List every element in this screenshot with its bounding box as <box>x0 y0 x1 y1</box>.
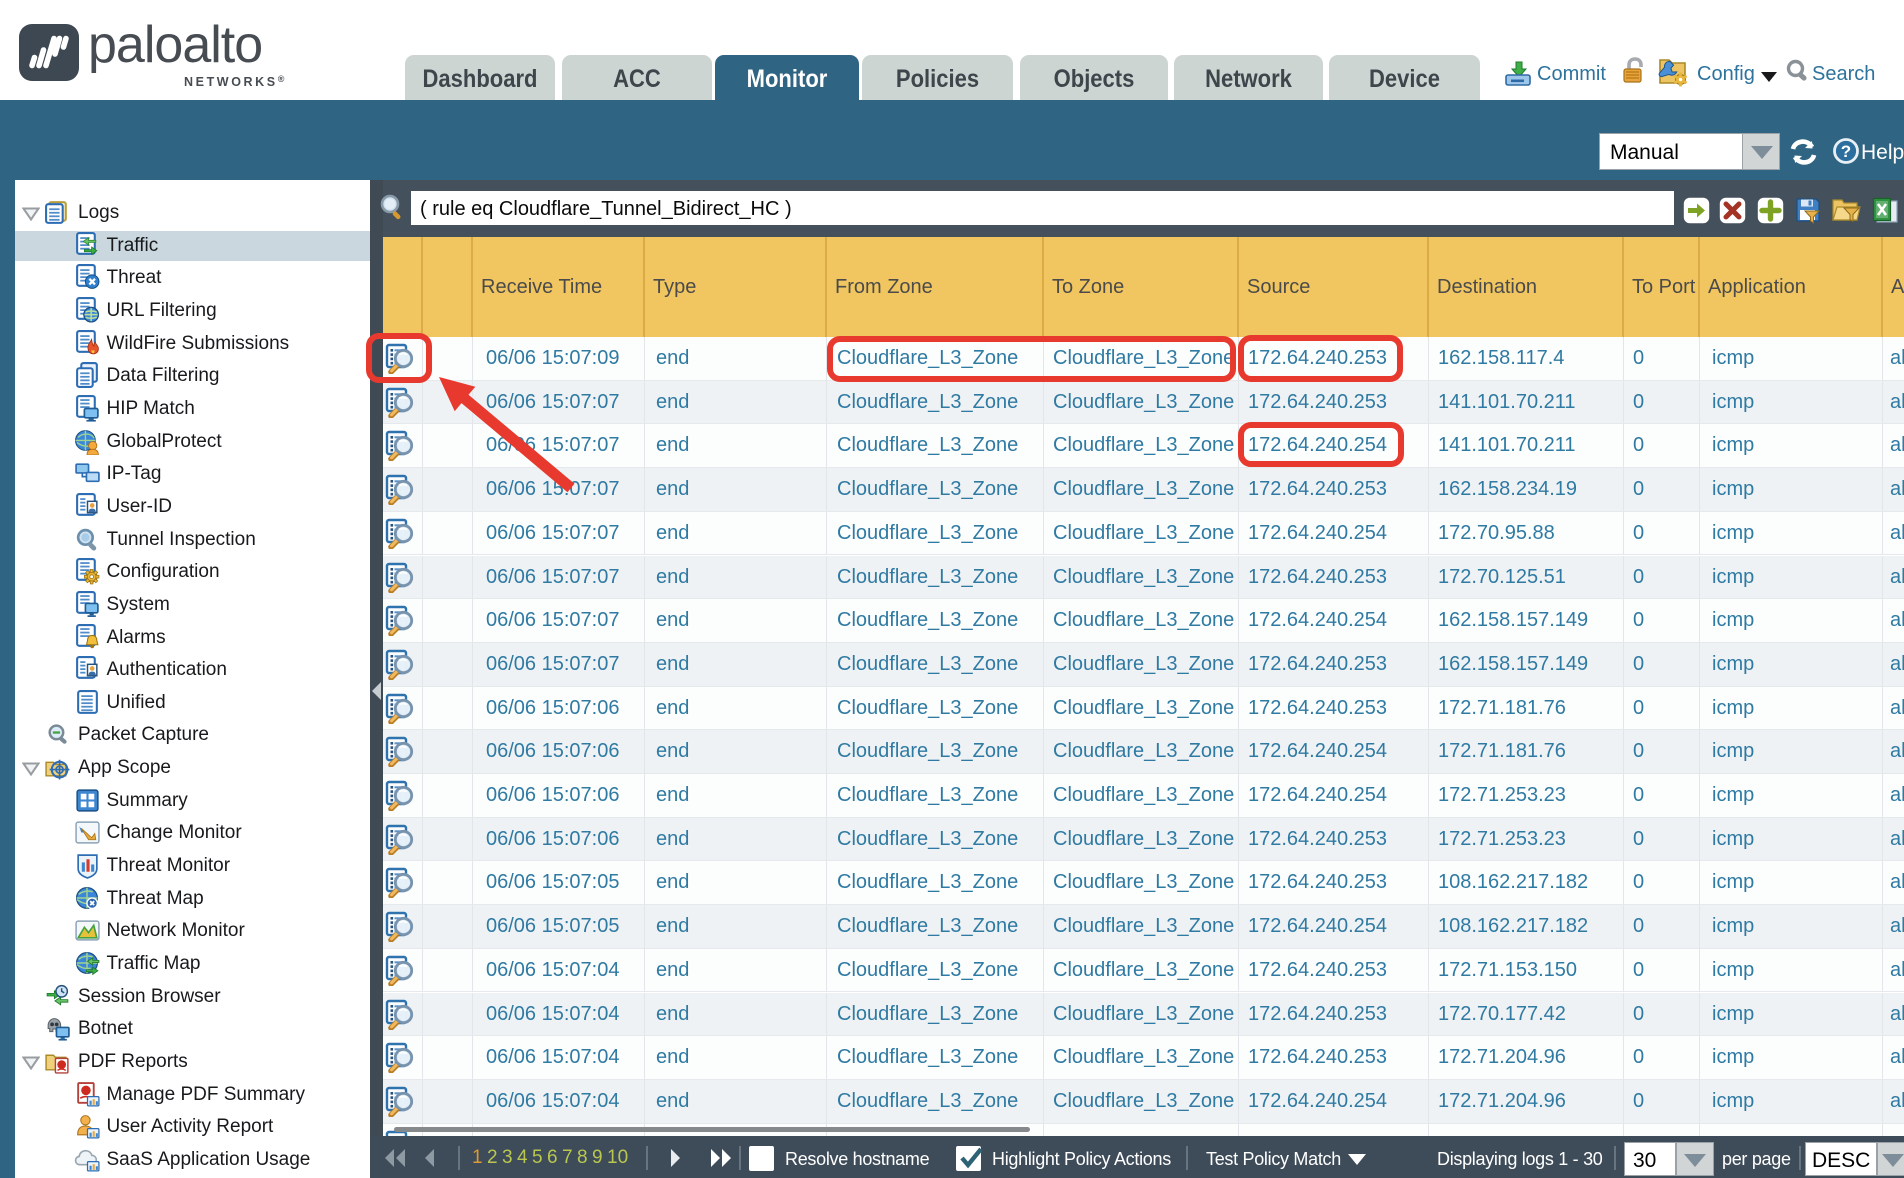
svg-text:?: ? <box>1841 142 1851 161</box>
